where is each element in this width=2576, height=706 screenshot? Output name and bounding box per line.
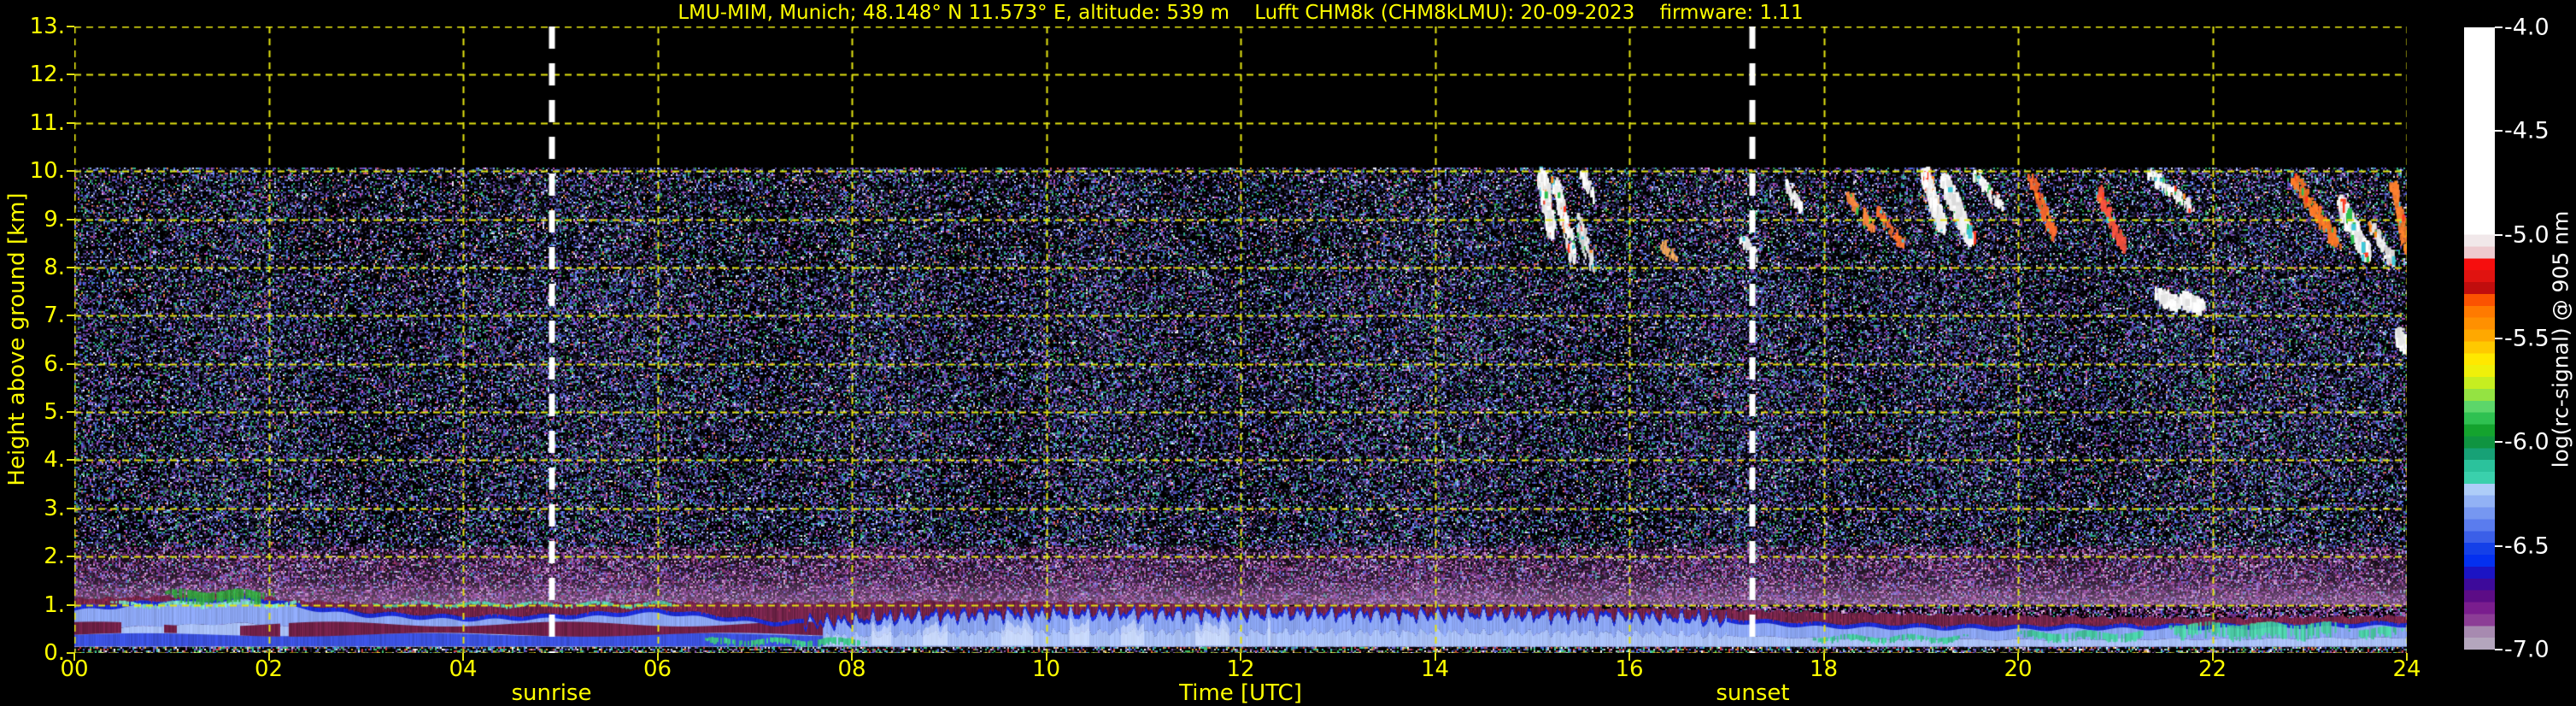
y-tick-label: 6. <box>44 350 65 377</box>
y-tick-mark <box>67 26 74 27</box>
sunset-annotation-label: sunset <box>1716 680 1790 706</box>
x-tick-label: 12 <box>1226 656 1255 682</box>
colorbar-tick-mark <box>2495 233 2503 236</box>
y-tick-label: 4. <box>44 447 65 474</box>
colorbar-tick-mark <box>2495 338 2503 339</box>
x-axis-label: Time [UTC] <box>1179 680 1302 706</box>
y-tick-label: 12. <box>29 62 65 88</box>
y-tick-mark <box>67 315 74 317</box>
y-tick-label: 5. <box>44 399 65 426</box>
y-tick-mark <box>67 556 74 558</box>
ceilometer-quicklook-figure: LMU-MIM, Munich; 48.148° N 11.573° E, al… <box>0 0 2576 706</box>
y-tick-label: 8. <box>44 254 65 280</box>
sunrise-annotation-label: sunrise <box>511 680 592 706</box>
colorbar-tick-mark <box>2495 649 2503 650</box>
y-tick-label: 1. <box>44 591 65 618</box>
y-tick-mark <box>67 362 74 365</box>
colorbar-tick-label: -5.0 <box>2504 221 2550 249</box>
colorbar-tick-label: -4.5 <box>2504 117 2550 144</box>
x-tick-label: 04 <box>449 656 478 682</box>
y-tick-label: 9. <box>44 206 65 232</box>
y-tick-label: 7. <box>44 303 65 329</box>
colorbar-tick-label: -6.0 <box>2504 428 2550 456</box>
x-tick-label: 02 <box>254 656 284 682</box>
colorbar-tick-mark <box>2495 130 2503 132</box>
x-tick-label: 00 <box>60 656 89 682</box>
figure-title: LMU-MIM, Munich; 48.148° N 11.573° E, al… <box>678 2 1804 24</box>
colorbar-tick-label: -7.0 <box>2504 636 2550 663</box>
y-tick-label: 2. <box>44 544 65 570</box>
x-tick-label: 18 <box>1809 656 1839 682</box>
y-tick-mark <box>67 266 74 268</box>
x-tick-label: 10 <box>1031 656 1061 682</box>
colorbar-tick-label: -4.0 <box>2504 14 2550 41</box>
colorbar-tick-mark <box>2495 441 2503 444</box>
y-tick-mark <box>67 411 74 414</box>
colorbar-tick-mark <box>2495 26 2503 28</box>
colorbar <box>2464 27 2495 650</box>
y-tick-mark <box>67 170 74 173</box>
x-tick-label: 08 <box>837 656 866 682</box>
colorbar-tick-label: -6.5 <box>2504 532 2550 560</box>
y-tick-label: 11. <box>29 109 65 136</box>
backscatter-heatmap-canvas <box>74 26 2407 653</box>
colorbar-tick-label: -5.5 <box>2504 325 2550 352</box>
y-tick-mark <box>67 121 74 124</box>
colorbar-label: log(rc-signal) @ 905 nm <box>2548 210 2573 468</box>
y-tick-mark <box>67 507 74 509</box>
y-tick-mark <box>67 459 74 462</box>
y-tick-label: 13. <box>29 14 65 39</box>
x-tick-label: 14 <box>1420 656 1450 682</box>
x-tick-label: 22 <box>2198 656 2227 682</box>
x-tick-label: 20 <box>2004 656 2033 682</box>
y-tick-label: 10. <box>29 158 65 185</box>
x-tick-label: 06 <box>643 656 672 682</box>
x-tick-label: 24 <box>2392 656 2421 682</box>
colorbar-tick-mark <box>2495 544 2503 547</box>
y-tick-mark <box>67 218 74 221</box>
y-tick-mark <box>67 74 74 76</box>
x-tick-label: 16 <box>1615 656 1644 682</box>
y-tick-mark <box>67 603 74 606</box>
plot-area <box>74 26 2407 653</box>
y-tick-label: 3. <box>44 495 65 521</box>
y-axis-label: Height above ground [km] <box>4 192 30 486</box>
